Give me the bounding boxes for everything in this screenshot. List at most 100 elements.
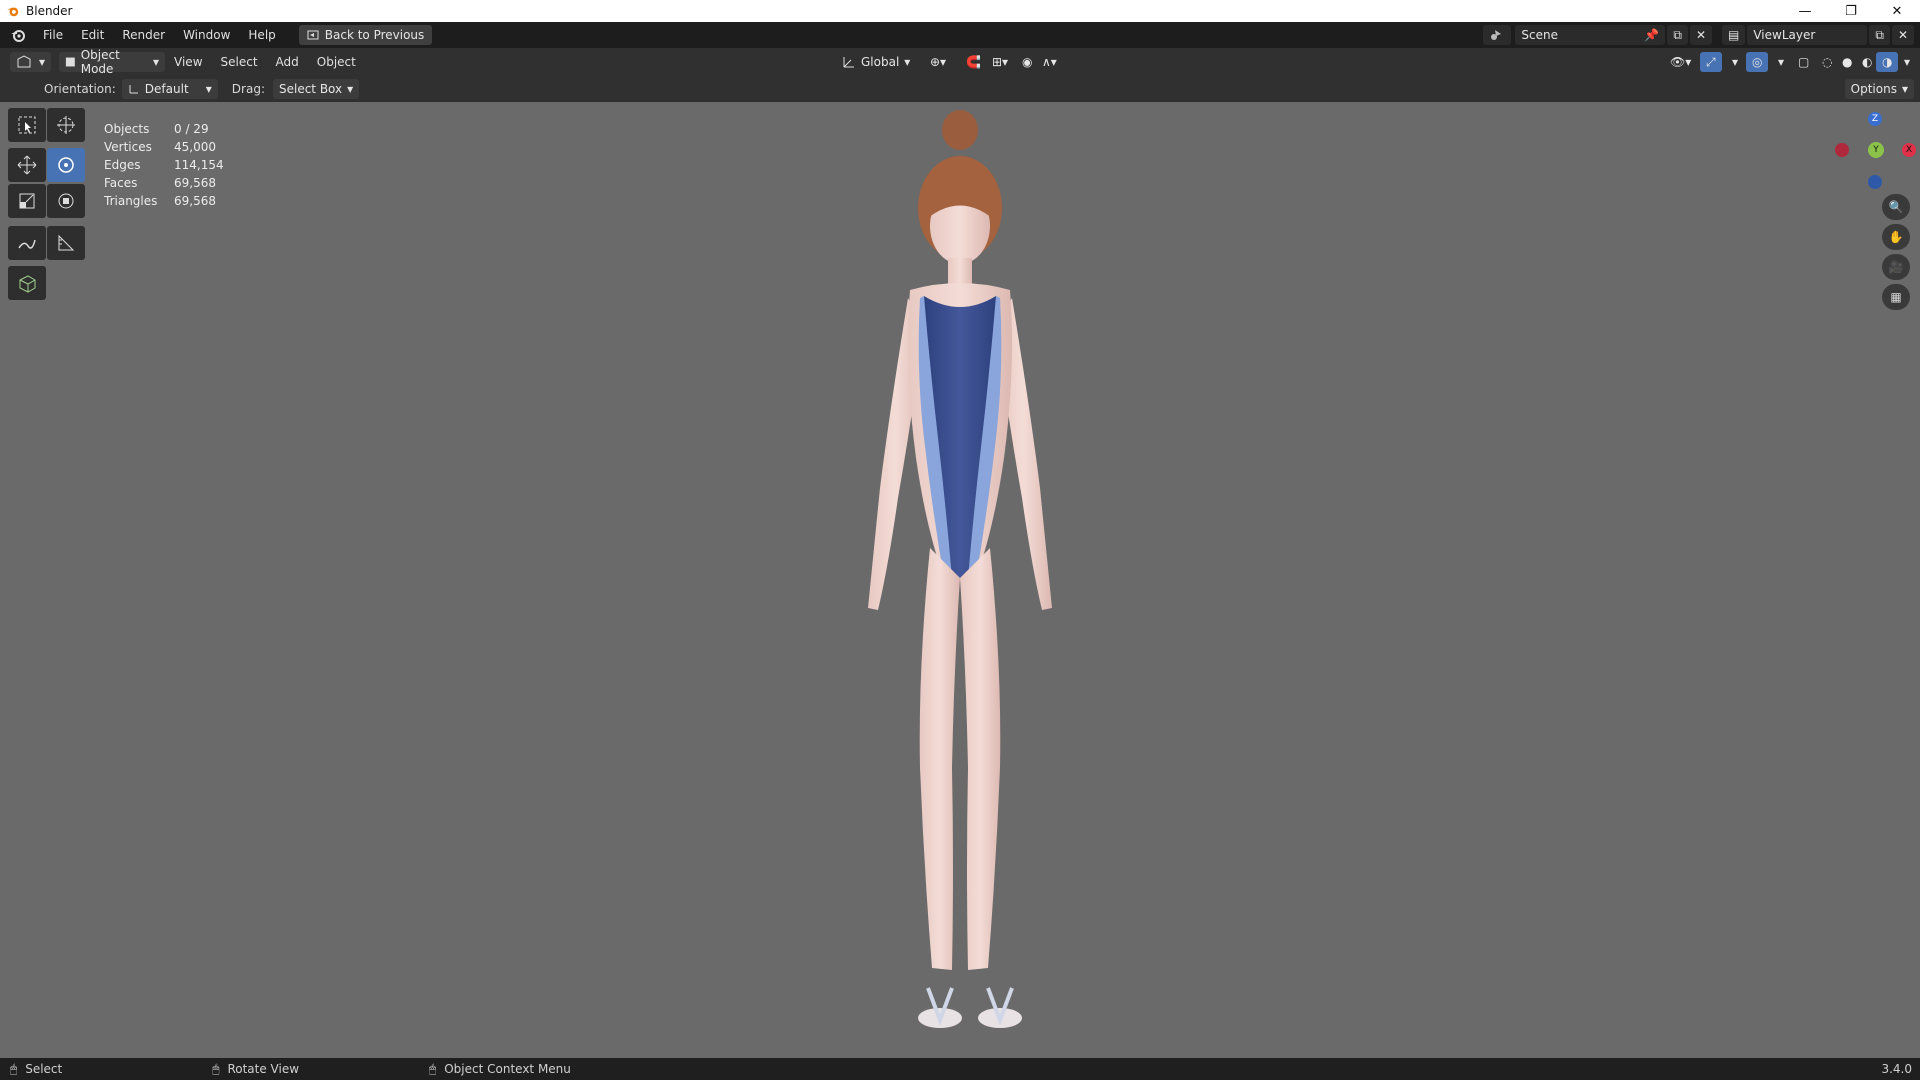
view-layer-name-field[interactable]: ViewLayer [1747,25,1868,45]
menu-window[interactable]: Window [174,28,239,42]
select-box-tool[interactable] [8,108,46,142]
axes-icon [843,57,854,68]
orientation-value: Default [144,82,189,96]
annotate-tool[interactable] [8,226,46,260]
object-mode-label: Object Mode [80,48,120,76]
xray-toggle-icon[interactable]: ▢ [1792,52,1816,72]
menu-edit[interactable]: Edit [72,28,113,42]
back-to-previous-button[interactable]: Back to Previous [298,25,433,45]
maximize-button[interactable]: ❐ [1828,0,1874,22]
scale-icon [19,193,35,209]
new-scene-icon[interactable]: ⧉ [1667,25,1688,45]
add-cube-icon [19,275,36,293]
orientation-label: Orientation: [44,82,116,96]
transform-orientation-dropdown[interactable]: Global ▾ [836,52,917,72]
back-screen-icon [307,30,319,40]
view-layer-name: ViewLayer [1753,28,1816,42]
view-layer-icon[interactable]: ▤ [1722,25,1746,45]
stat-value: 0 / 29 [174,122,209,136]
tool-settings-bar: Orientation: Default ▾ Drag: Select Box ▾… [0,76,1920,102]
overlays-toggle-icon[interactable]: ◎ [1746,52,1769,72]
shading-dropdown-icon[interactable]: ▾ [1898,52,1917,72]
rotate-tool[interactable] [47,148,85,182]
window-titlebar: Blender — ❐ ✕ [0,0,1920,22]
stat-label: Edges [104,158,141,172]
character-model[interactable] [820,108,1100,1038]
stat-value: 69,568 [174,176,216,190]
menu-file[interactable]: File [34,28,72,42]
menu-view[interactable]: View [165,55,211,69]
mouse-middle-icon: 🖱 [212,1061,220,1076]
navigation-gizmo[interactable]: Z Y X 🔍 ✋ 🎥 ▦ [1800,102,1920,322]
falloff-icon[interactable]: ∧▾ [1036,52,1063,72]
pivot-point-icon[interactable]: ⊕▾ [924,52,953,72]
camera-view-icon[interactable]: 🎥 [1882,254,1910,280]
mouse-left-icon: 🖱 [10,1061,18,1076]
pin-icon[interactable]: 📌 [1644,28,1659,42]
viewport-header: ▾ Object Mode ▾ View Select Add Object Gl… [0,48,1920,76]
menu-help[interactable]: Help [239,28,284,42]
scene-name: Scene [1521,28,1558,42]
stat-label: Triangles [104,194,158,208]
object-mode-dropdown[interactable]: Object Mode ▾ [59,48,166,76]
back-to-previous-label: Back to Previous [324,28,425,42]
remove-view-layer-icon[interactable]: ✕ [1891,25,1914,45]
stat-row: Objects 0 / 29 [104,120,224,138]
options-dropdown[interactable]: Options ▾ [1844,79,1914,99]
overlays-dropdown-icon[interactable]: ▾ [1772,52,1791,72]
gizmo-toggle-icon[interactable]: ⤢ [1700,52,1722,72]
rendered-shading-icon[interactable]: ◑ [1876,52,1899,72]
gizmo-x-axis[interactable]: X [1902,143,1916,157]
status-select-label: Select [25,1062,63,1076]
minimize-button[interactable]: — [1782,0,1828,22]
stat-value: 114,154 [174,158,224,172]
measure-tool[interactable] [47,226,85,260]
transform-orientation-label: Global [861,55,900,69]
stat-value: 69,568 [174,194,216,208]
stat-row: Edges 114,154 [104,156,224,174]
snap-icon[interactable]: 🧲 [960,52,987,72]
blender-logo-icon [6,7,19,17]
menu-add[interactable]: Add [267,55,308,69]
add-cube-tool[interactable] [8,266,46,300]
stat-label: Vertices [104,140,152,154]
move-tool[interactable] [8,148,46,182]
pan-hand-icon[interactable]: ✋ [1882,224,1910,250]
stat-row: Vertices 45,000 [104,138,224,156]
blender-menu-icon[interactable] [10,27,26,43]
zoom-icon[interactable]: 🔍 [1882,194,1910,220]
rotate-icon [58,157,74,173]
orientation-dropdown[interactable]: Default ▾ [121,79,218,99]
editor-type-button[interactable]: ▾ [10,52,52,72]
gizmo-y-axis[interactable]: Y [1868,142,1884,158]
menu-select[interactable]: Select [212,55,267,69]
status-context-label: Object Context Menu [444,1062,571,1076]
gizmo-neg-z-axis[interactable] [1868,175,1882,189]
cursor-tool[interactable] [47,108,85,142]
grid-view-icon[interactable]: ▦ [1882,284,1910,310]
version-label: 3.4.0 [1881,1062,1912,1076]
status-context: 🖱 Object Context Menu [429,1062,571,1077]
stat-row: Faces 69,568 [104,174,224,192]
measure-icon [58,234,75,251]
close-window-button[interactable]: ✕ [1874,0,1920,22]
new-view-layer-icon[interactable]: ⧉ [1869,25,1890,45]
gizmo-z-axis[interactable]: Z [1868,112,1882,126]
window-title: Blender [26,4,73,18]
transform-tool[interactable] [47,184,85,218]
object-mode-icon [65,57,75,67]
gizmo-dropdown-icon[interactable]: ▾ [1726,52,1745,72]
gizmo-neg-x-axis[interactable] [1835,143,1849,157]
drag-dropdown[interactable]: Select Box ▾ [272,79,360,99]
scene-name-field[interactable]: Scene 📌 [1515,25,1666,45]
menu-object[interactable]: Object [308,55,365,69]
scene-selector-icon[interactable] [1483,25,1512,45]
visibility-icon[interactable]: 👁▾ [1664,52,1698,72]
status-rotate-label: Rotate View [227,1062,300,1076]
viewport-statistics: Objects 0 / 29 Vertices 45,000 Edges 114,15… [104,120,224,210]
select-box-icon [18,116,36,134]
remove-scene-icon[interactable]: ✕ [1689,25,1713,45]
menu-render[interactable]: Render [113,28,174,42]
scale-tool[interactable] [8,184,46,218]
snap-target-icon[interactable]: ⊞▾ [986,52,1015,72]
